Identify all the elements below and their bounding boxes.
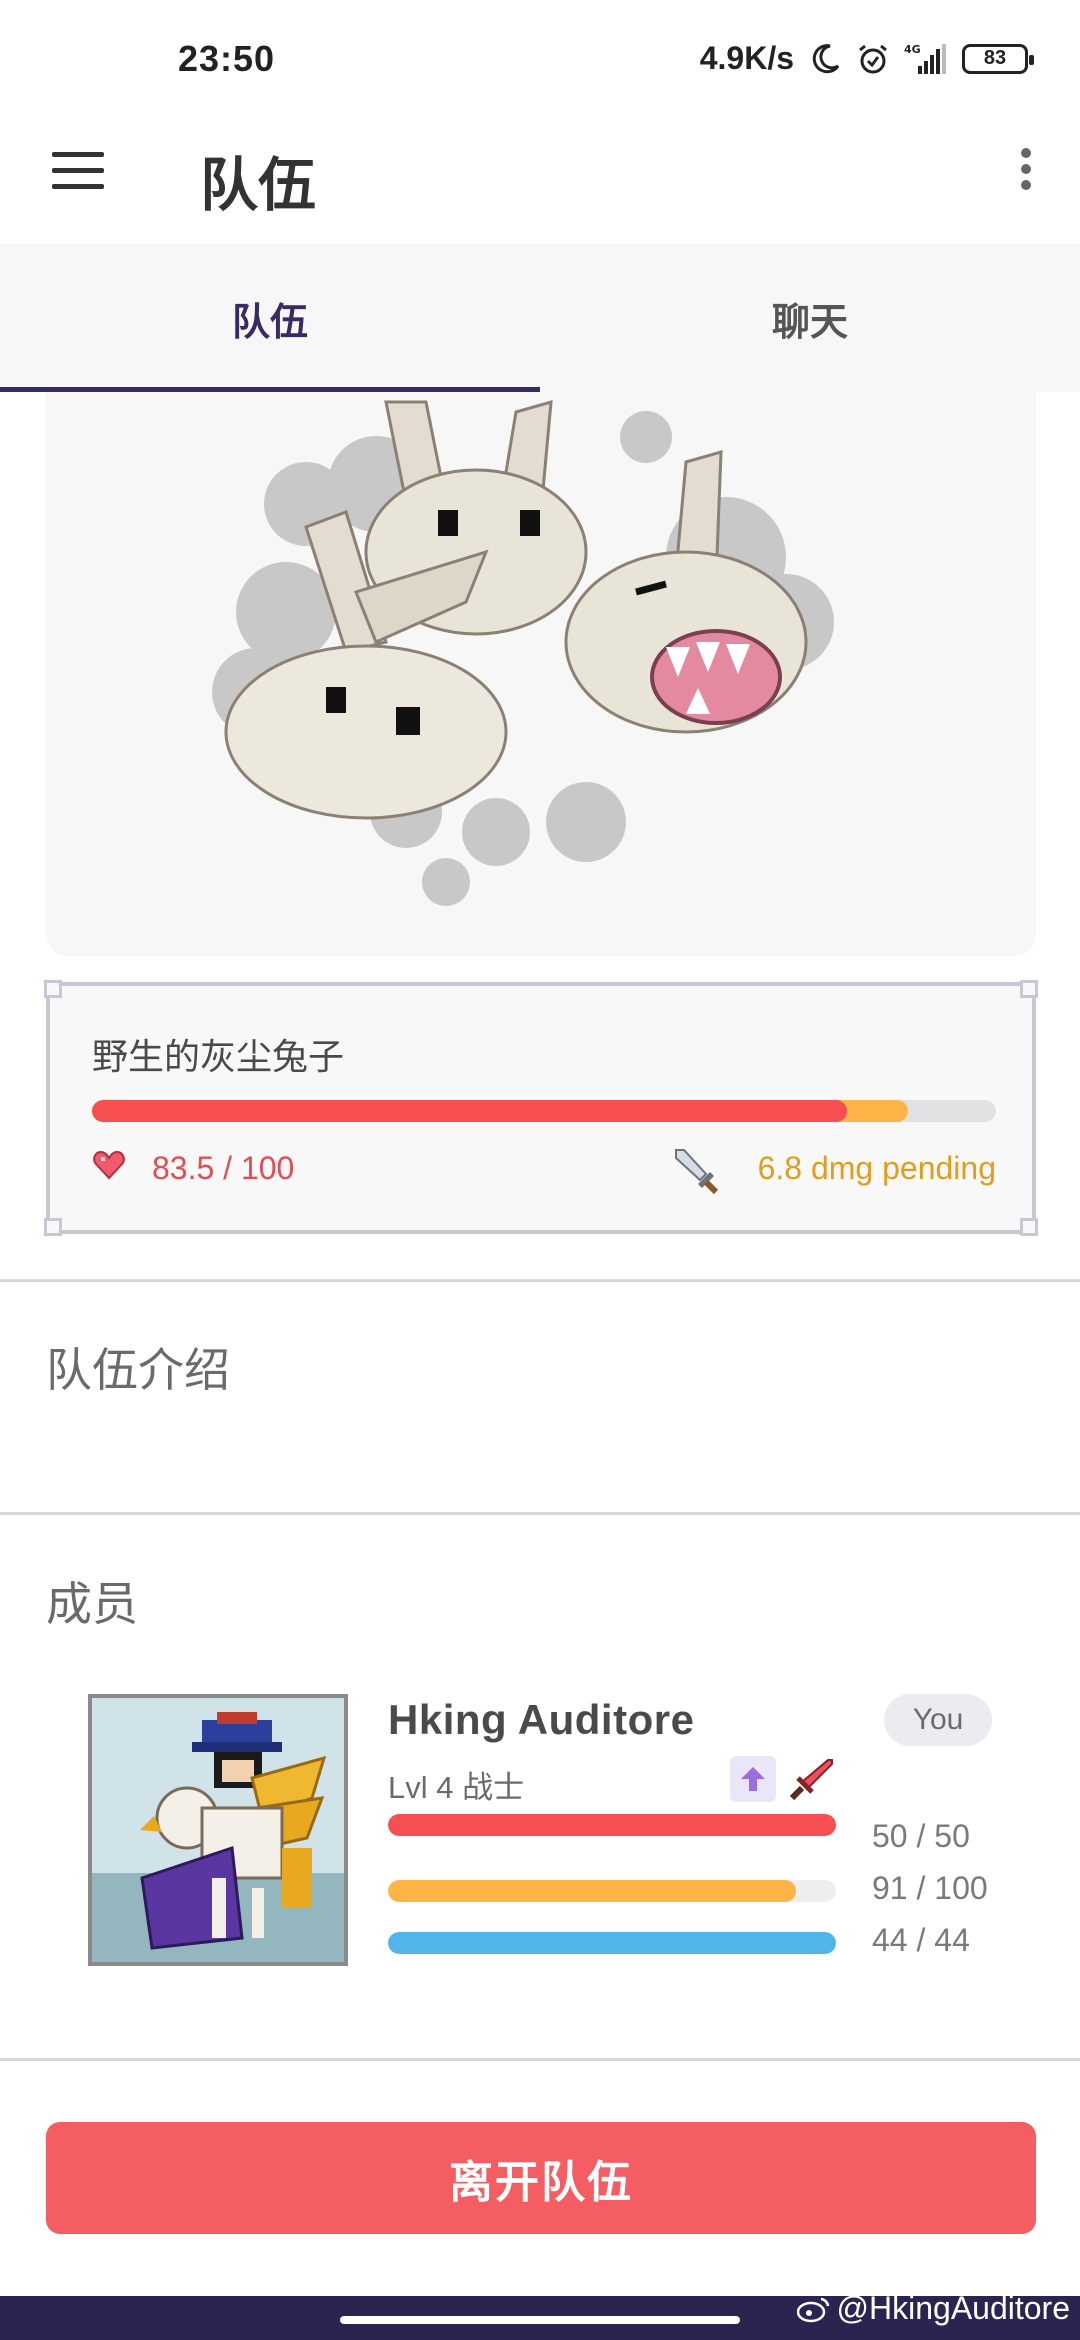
warrior-sword-icon [789,1759,833,1801]
signal-icon: 4G [904,43,946,74]
divider [0,1279,1080,1282]
member-mana-bar [388,1932,836,1954]
watermark-text: @HkingAuditore [836,2290,1070,2326]
tab-chat[interactable]: 聊天 [540,244,1080,392]
member-mana-text: 44 / 44 [872,1922,970,1958]
member-name[interactable]: Hking Auditore [388,1696,694,1744]
leave-party-button[interactable]: 离开队伍 [46,2122,1036,2234]
divider [0,2058,1080,2061]
dust-bunny-boss-image [212,399,834,906]
member-health-fill [388,1814,836,1836]
boss-image-card [46,392,1036,956]
menu-icon[interactable] [50,148,106,204]
weibo-icon [796,2297,829,2322]
member-health-bar [388,1814,836,1836]
network-type: 4G [904,43,921,56]
member-health-text: 50 / 50 [872,1818,970,1854]
more-options-icon[interactable] [1006,142,1046,202]
buff-up-arrow-icon[interactable] [730,1756,776,1802]
member-experience-text: 91 / 100 [872,1870,988,1906]
moon-icon [812,43,840,73]
boss-health-bar [92,1100,996,1122]
member-avatar[interactable] [88,1694,348,1966]
boss-health-panel: 野生的灰尘兔子 83.5 / 100 6.8 dmg pending [44,980,1038,1236]
members-title: 成员 [46,1578,138,1630]
member-experience-fill [388,1880,796,1902]
battery-level: 83 [983,47,1007,69]
avatar-character-image [92,1698,344,1962]
party-description-title: 队伍介绍 [46,1344,230,1396]
tab-bar: 队伍 聊天 [0,244,1080,392]
status-bar: 23:50 4.9K/s 4G 83 [0,0,1080,120]
battery-icon: 83 [962,43,1034,74]
member-level: Lvl 4 战士 [388,1770,525,1805]
you-badge: You [884,1694,992,1746]
watermark: @HkingAuditore [796,2290,1070,2327]
home-gesture-handle[interactable] [340,2316,740,2324]
page-title: 队伍 [200,153,317,218]
sword-icon [675,1149,719,1195]
status-time: 23:50 [178,38,276,79]
divider [0,1512,1080,1515]
alarm-icon [859,44,887,73]
boss-health-text: 83.5 / 100 [152,1150,295,1186]
boss-health-fill [92,1100,847,1122]
status-indicators: 4.9K/s 4G 83 [699,40,1034,77]
app-bar: 队伍 [0,120,1080,244]
boss-name: 野生的灰尘兔子 [92,1036,345,1077]
heart-icon [93,1150,125,1180]
pending-damage-text: 6.8 dmg pending [757,1150,996,1186]
member-mana-fill [388,1932,836,1954]
boss-health-stats: 83.5 / 100 6.8 dmg pending [92,1146,996,1196]
tab-party[interactable]: 队伍 [0,244,540,392]
member-experience-bar [388,1880,836,1902]
network-speed: 4.9K/s [699,40,794,76]
